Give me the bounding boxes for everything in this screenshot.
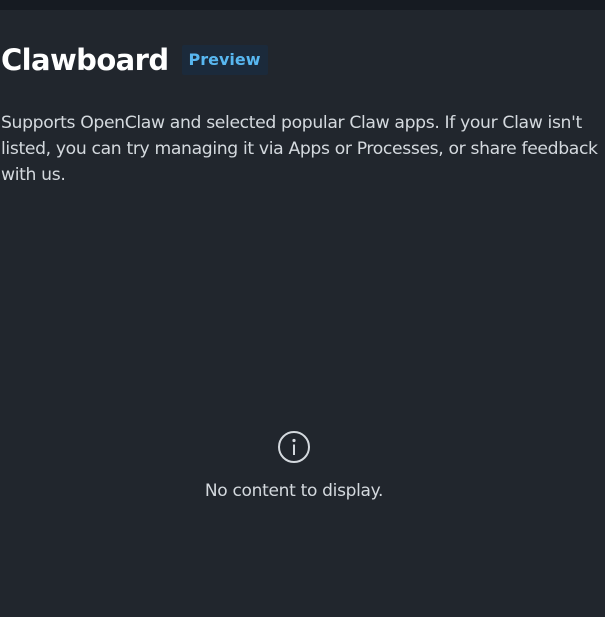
top-strip xyxy=(0,0,605,10)
empty-state: No content to display. xyxy=(0,430,588,501)
page-description: Supports OpenClaw and selected popular C… xyxy=(1,113,598,185)
empty-state-message: No content to display. xyxy=(204,481,384,501)
preview-badge: Preview xyxy=(181,45,268,75)
clawboard-page: { "header": { "title": "Clawboard", "bad… xyxy=(0,0,605,617)
page-title: Clawboard xyxy=(1,43,169,77)
info-icon xyxy=(278,431,310,463)
page-header: Clawboard Preview xyxy=(1,40,268,80)
